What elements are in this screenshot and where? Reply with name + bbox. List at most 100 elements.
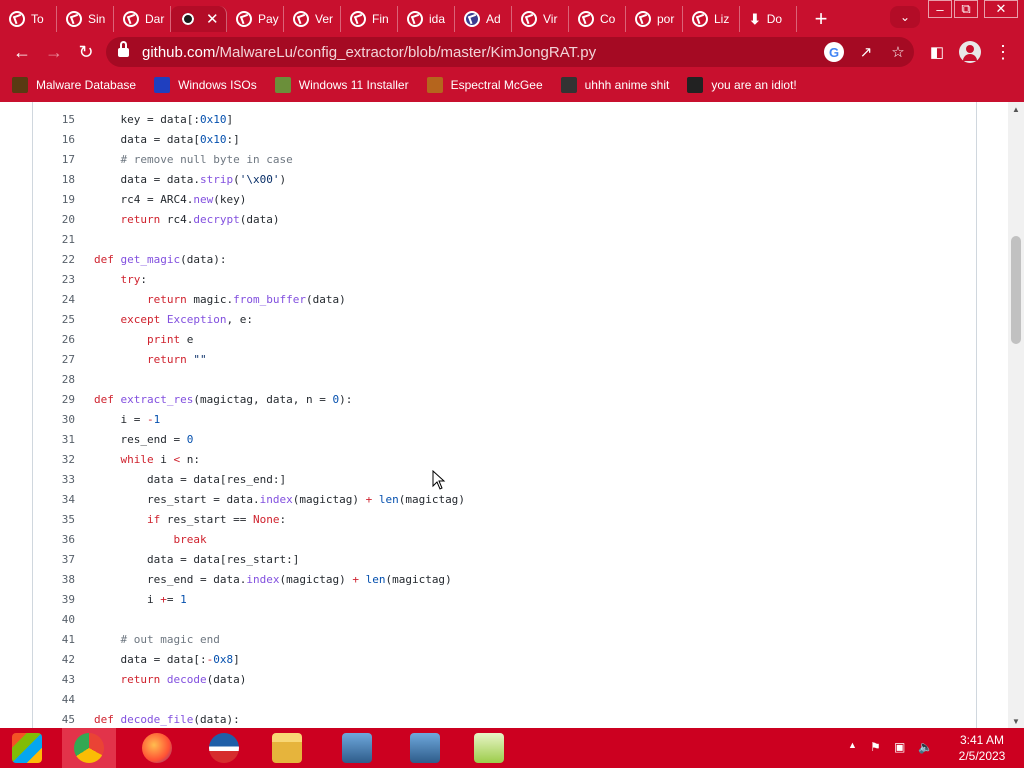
line-number[interactable]: 36 <box>33 530 75 550</box>
line-number[interactable]: 29 <box>33 390 75 410</box>
browser-tab[interactable]: Co <box>569 6 626 32</box>
bookmark-item[interactable]: Windows ISOs <box>154 77 257 93</box>
code-line: 41 # out magic end <box>33 630 973 650</box>
biohazard-icon <box>12 77 28 93</box>
line-number[interactable]: 19 <box>33 190 75 210</box>
system-clock[interactable]: 3:41 AM 2/5/2023 <box>942 732 1022 764</box>
kebab-menu-icon[interactable]: ⋮ <box>990 39 1016 65</box>
line-number[interactable]: 22 <box>33 250 75 270</box>
side-panel-icon[interactable]: ◧ <box>924 39 950 65</box>
line-number[interactable]: 30 <box>33 410 75 430</box>
taskbar-file-explorer[interactable] <box>260 728 314 768</box>
code-line: 33 data = data[res_end:] <box>33 470 973 490</box>
line-number[interactable]: 38 <box>33 570 75 590</box>
taskbar-network-tool-2[interactable] <box>398 728 452 768</box>
volume-icon[interactable]: 🔈 <box>918 740 933 754</box>
restore-button[interactable]: ⧉ <box>954 0 978 18</box>
bookmark-item[interactable]: Espectral McGee <box>426 77 543 93</box>
google-lens-icon[interactable]: G <box>824 42 844 62</box>
url-text[interactable]: github.com/MalwareLu/config_extractor/bl… <box>142 44 596 61</box>
browser-tab[interactable]: Ad <box>455 6 512 32</box>
browser-tab[interactable]: Liz <box>683 6 740 32</box>
address-bar[interactable]: github.com/MalwareLu/config_extractor/bl… <box>106 37 914 67</box>
line-number[interactable]: 16 <box>33 130 75 150</box>
browser-tab[interactable]: Fin <box>341 6 398 32</box>
browser-tab[interactable]: ✕ <box>171 6 227 32</box>
code-line: 36 break <box>33 530 973 550</box>
share-icon[interactable]: ↗ <box>856 42 876 62</box>
line-number[interactable]: 34 <box>33 490 75 510</box>
line-number[interactable]: 27 <box>33 350 75 370</box>
browser-tab[interactable]: To <box>0 6 57 32</box>
line-number[interactable]: 45 <box>33 710 75 728</box>
line-number[interactable]: 35 <box>33 510 75 530</box>
line-number[interactable]: 44 <box>33 690 75 710</box>
browser-tab[interactable]: Dar <box>114 6 171 32</box>
browser-tab[interactable]: Sin <box>57 6 114 32</box>
line-number[interactable]: 24 <box>33 290 75 310</box>
lock-icon[interactable] <box>118 41 129 57</box>
tab-search-button[interactable]: ⌄ <box>890 6 920 28</box>
scroll-up-arrow-icon[interactable]: ▲ <box>1008 102 1024 116</box>
scrollbar-thumb[interactable] <box>1011 236 1021 344</box>
close-window-button[interactable]: ✕ <box>984 0 1018 18</box>
browser-tab[interactable]: ida <box>398 6 455 32</box>
bookmark-item[interactable]: uhhh anime shit <box>560 77 669 93</box>
line-source: return magic.from_buffer(data) <box>146 293 346 306</box>
line-number[interactable]: 15 <box>33 110 75 130</box>
line-source: rc4 = ARC4.new(key) <box>120 193 247 206</box>
network-icon[interactable]: ▣ <box>894 740 905 754</box>
line-number[interactable]: 40 <box>33 610 75 630</box>
profile-avatar[interactable] <box>959 41 981 63</box>
line-number[interactable]: 43 <box>33 670 75 690</box>
page-scrollbar[interactable]: ▲ ▼ <box>1008 102 1024 728</box>
line-number[interactable]: 39 <box>33 590 75 610</box>
line-number[interactable]: 32 <box>33 450 75 470</box>
code-line: 26 print e <box>33 330 973 350</box>
tab-title: Ad <box>486 12 501 26</box>
browser-tab[interactable]: Pay <box>227 6 284 32</box>
browser-tab[interactable]: por <box>626 6 683 32</box>
line-number[interactable]: 33 <box>33 470 75 490</box>
code-line: 38 res_end = data.index(magictag) + len(… <box>33 570 973 590</box>
taskbar-start-button[interactable] <box>2 728 52 768</box>
line-number[interactable]: 41 <box>33 630 75 650</box>
bookmark-item[interactable]: Malware Database <box>12 77 136 93</box>
line-number[interactable]: 31 <box>33 430 75 450</box>
taskbar-obama-logo[interactable] <box>197 728 251 768</box>
globe-icon <box>123 11 139 27</box>
line-number[interactable]: 42 <box>33 650 75 670</box>
new-tab-button[interactable]: + <box>807 5 835 33</box>
line-number[interactable]: 18 <box>33 170 75 190</box>
bookmark-item[interactable]: Windows 11 Installer <box>274 77 409 93</box>
line-number[interactable]: 25 <box>33 310 75 330</box>
line-number[interactable]: 28 <box>33 370 75 390</box>
flag-icon[interactable]: ⚑ <box>870 740 881 754</box>
scroll-down-arrow-icon[interactable]: ▼ <box>1008 714 1024 728</box>
line-number[interactable]: 17 <box>33 150 75 170</box>
line-number[interactable]: 21 <box>33 230 75 250</box>
taskbar-task-manager[interactable] <box>462 728 516 768</box>
tab-title: ida <box>429 12 446 26</box>
bookmark-item[interactable]: you are an idiot! <box>687 77 797 93</box>
taskbar-firefox[interactable] <box>130 728 184 768</box>
minimize-button[interactable]: – <box>928 0 952 18</box>
reload-icon[interactable]: ↻ <box>73 39 99 65</box>
browser-tab[interactable]: Vir <box>512 6 569 32</box>
download-icon: ⬇ <box>749 10 761 27</box>
bookmark-star-icon[interactable]: ☆ <box>888 42 908 62</box>
back-arrow-icon[interactable]: ← <box>9 39 35 65</box>
line-number[interactable]: 37 <box>33 550 75 570</box>
taskbar-chrome[interactable] <box>62 728 116 768</box>
taskbar-network-tool-1[interactable] <box>330 728 384 768</box>
browser-tab[interactable]: ⬇ Do <box>740 6 797 32</box>
browser-tab[interactable]: Ver <box>284 6 341 32</box>
forward-arrow-icon[interactable]: → <box>41 39 67 65</box>
tab-title: Fin <box>372 12 389 26</box>
close-tab-icon[interactable]: ✕ <box>206 10 219 28</box>
line-number[interactable]: 26 <box>33 330 75 350</box>
line-number[interactable]: 20 <box>33 210 75 230</box>
tray-expand-icon[interactable]: ▲ <box>848 740 857 750</box>
line-number[interactable]: 23 <box>33 270 75 290</box>
code-line: 39 i += 1 <box>33 590 973 610</box>
